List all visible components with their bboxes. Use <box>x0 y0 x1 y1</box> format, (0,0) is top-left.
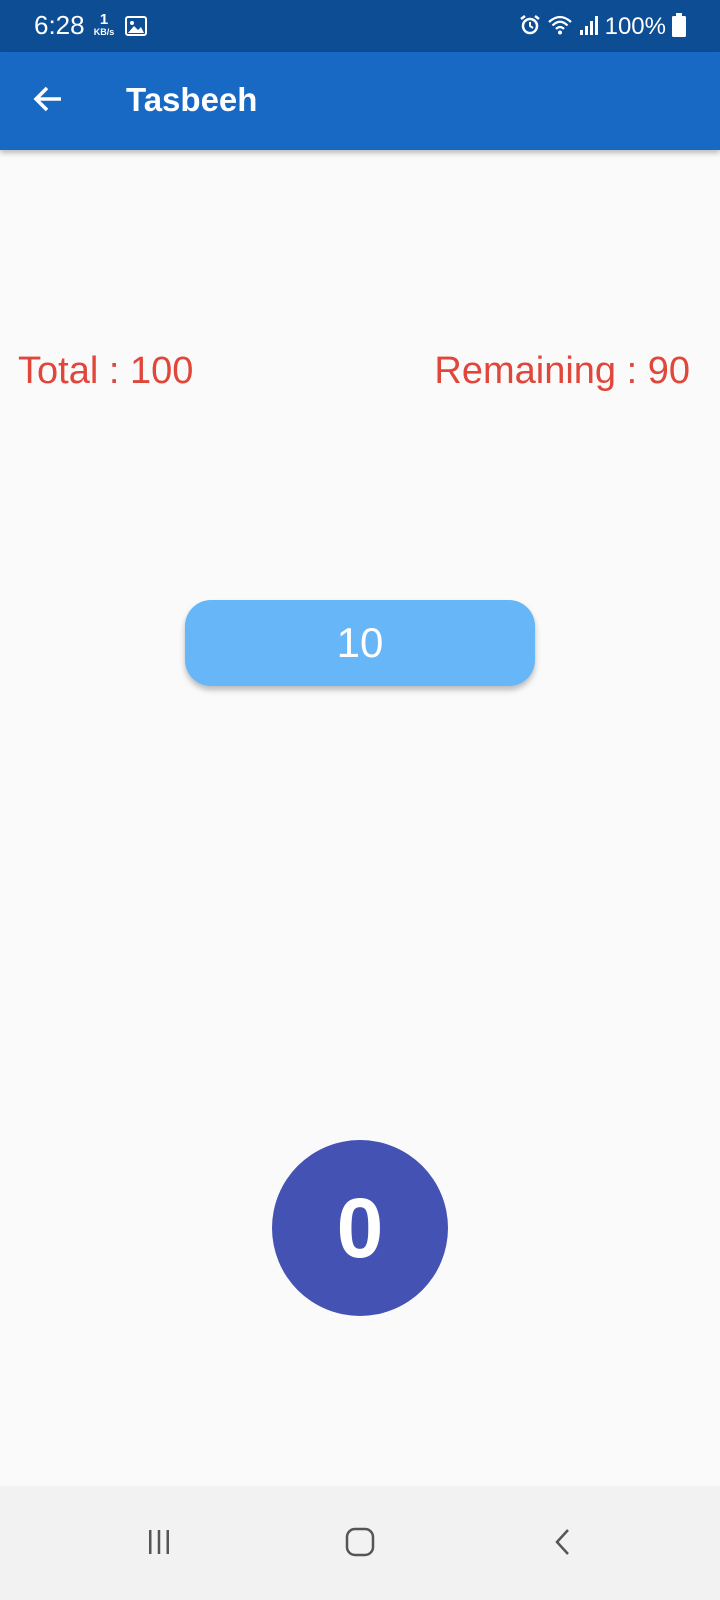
recent-apps-button[interactable] <box>129 1516 189 1572</box>
back-button[interactable] <box>24 77 72 125</box>
home-icon <box>345 1527 375 1562</box>
network-speed-unit: KB/s <box>93 27 115 37</box>
battery-percentage: 100% <box>604 13 666 40</box>
gallery-icon <box>125 16 147 41</box>
battery-icon <box>672 12 686 42</box>
status-bar: 6:28 1 KB/s 100% <box>0 0 720 52</box>
wifi-icon <box>547 14 573 41</box>
current-count-display: 10 <box>185 600 535 686</box>
recent-apps-icon <box>145 1528 173 1561</box>
status-time: 6:28 <box>34 10 85 40</box>
home-button[interactable] <box>330 1516 390 1572</box>
current-count-value: 10 <box>336 619 384 666</box>
status-icons: 100% <box>513 12 686 42</box>
signal-icon <box>579 14 599 41</box>
tap-button-label: 0 <box>336 1180 384 1275</box>
navigation-bar <box>0 1486 720 1600</box>
total-count-label: Total : 100 <box>18 350 194 392</box>
arrow-back-icon <box>33 85 63 118</box>
tasbeeh-tap-button[interactable]: 0 <box>272 1140 448 1316</box>
alarm-icon <box>519 14 541 41</box>
network-speed-value: 1 <box>99 11 109 28</box>
remaining-count-label: Remaining : 90 <box>434 350 690 392</box>
page-title: Tasbeeh <box>126 81 258 118</box>
app-bar: Tasbeeh <box>0 52 720 150</box>
nav-back-icon <box>553 1527 573 1562</box>
system-back-button[interactable] <box>533 1516 593 1572</box>
network-speed: 1 KB/s <box>90 12 118 37</box>
